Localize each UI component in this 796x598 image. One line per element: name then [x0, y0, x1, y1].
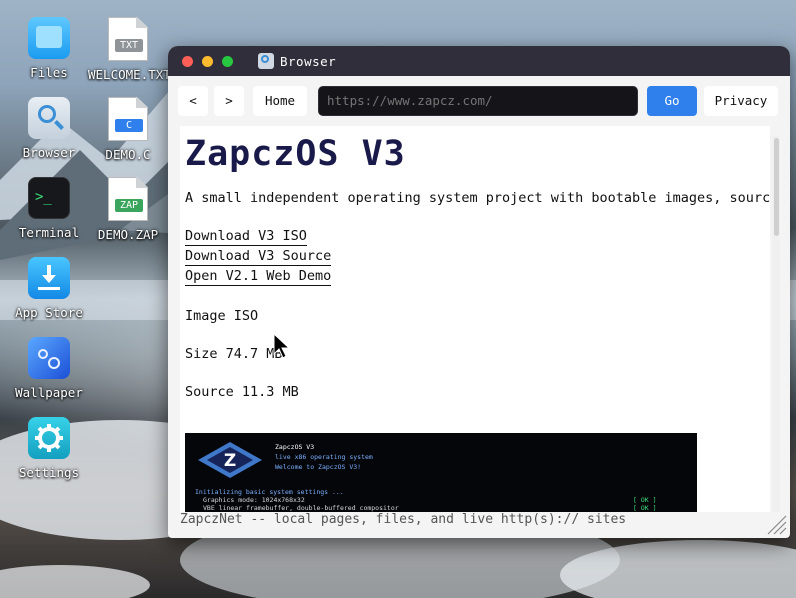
window-title: Browser — [280, 54, 337, 69]
terminal-icon: >_ — [28, 177, 70, 219]
size-label: Size 74.7 MB — [185, 346, 283, 362]
back-button[interactable]: < — [178, 86, 208, 116]
desktop-icon-files[interactable]: Files — [9, 17, 89, 80]
resize-grip-icon[interactable] — [766, 514, 788, 536]
desktop-icon-label: Wallpaper — [15, 385, 83, 400]
title-bar[interactable]: Browser — [168, 46, 790, 76]
desktop-icon-terminal[interactable]: >_ Terminal — [9, 177, 89, 240]
shot-log-status: [ OK ] — [633, 504, 657, 512]
desktop-icon-demo-zap[interactable]: ZAP DEMO.ZAP — [88, 177, 168, 242]
desktop-icon-app-store[interactable]: App Store — [9, 257, 89, 320]
page-description: A small independent operating system pro… — [185, 190, 770, 206]
browser-toolbar: < > Home Go Privacy — [178, 86, 780, 116]
download-source-link[interactable]: Download V3 Source — [185, 248, 332, 266]
terminal-glyph: >_ — [35, 189, 52, 205]
txt-file-icon: TXT — [108, 17, 148, 61]
desktop-icon-label: DEMO.ZAP — [97, 227, 159, 242]
forward-button[interactable]: > — [214, 86, 244, 116]
maximize-button[interactable] — [222, 56, 233, 67]
file-type-tag: ZAP — [115, 199, 143, 212]
home-button[interactable]: Home — [253, 86, 307, 116]
scrollbar-thumb[interactable] — [774, 138, 779, 236]
download-icon — [28, 257, 70, 299]
browser-window: Browser < > Home Go Privacy ZapczOS V3 A… — [168, 46, 790, 538]
image-label: Image ISO — [185, 308, 259, 324]
shot-log-header: Initializing basic system settings ... — [195, 488, 344, 496]
shot-welcome: Welcome to ZapczOS V3! — [275, 463, 362, 471]
browser-app-icon — [258, 53, 274, 69]
shot-log-status: [ OK ] — [633, 496, 657, 504]
zapcz-logo-icon: Z — [198, 442, 262, 478]
mouse-cursor-icon — [273, 332, 291, 359]
wallpaper-icon — [28, 337, 70, 379]
os-screenshot: Z ZapczOS V3 live x86 operating system W… — [185, 433, 697, 512]
privacy-button[interactable]: Privacy — [704, 86, 778, 116]
desktop-icon-demo-c[interactable]: C DEMO.C — [88, 97, 168, 162]
desktop-icon-label: WELCOME.TXT — [88, 67, 171, 82]
desktop-icon-label: App Store — [15, 305, 83, 320]
desktop-icon-browser[interactable]: Browser — [9, 97, 89, 160]
go-button[interactable]: Go — [647, 86, 697, 116]
web-demo-link[interactable]: Open V2.1 Web Demo — [185, 268, 332, 286]
status-bar: ZapczNet -- local pages, files, and live… — [180, 512, 627, 527]
gear-icon — [28, 417, 70, 459]
desktop-icon-welcome-txt[interactable]: TXT WELCOME.TXT — [88, 17, 171, 82]
page-content[interactable]: ZapczOS V3 A small independent operating… — [180, 126, 770, 512]
minimize-button[interactable] — [202, 56, 213, 67]
zap-file-icon: ZAP — [108, 177, 148, 221]
page-heading: ZapczOS V3 — [185, 134, 406, 174]
close-button[interactable] — [182, 56, 193, 67]
desktop-icon-label: DEMO.C — [105, 147, 151, 162]
desktop-icon-settings[interactable]: Settings — [9, 417, 89, 480]
desktop-icon-label: Browser — [22, 145, 76, 160]
shot-title: ZapczOS V3 — [275, 443, 315, 451]
desktop-icon-label: Files — [30, 65, 68, 80]
source-label: Source 11.3 MB — [185, 384, 299, 400]
shot-subtitle: live x86 operating system — [275, 453, 373, 461]
shot-log-line: Graphics mode: 1024x768x32 — [203, 496, 305, 504]
desktop-icon-label: Terminal — [18, 225, 80, 240]
download-iso-link[interactable]: Download V3 ISO — [185, 228, 307, 246]
c-file-icon: C — [108, 97, 148, 141]
file-type-tag: TXT — [115, 39, 143, 52]
desktop-icon-label: Settings — [18, 465, 80, 480]
url-input[interactable] — [318, 86, 638, 116]
shot-log-line: VBE linear framebuffer, double-buffered … — [203, 504, 399, 512]
logo-letter: Z — [224, 451, 236, 471]
magnifier-icon — [28, 97, 70, 139]
desktop-icon-wallpaper[interactable]: Wallpaper — [9, 337, 89, 400]
file-type-tag: C — [115, 119, 143, 132]
folder-icon — [28, 17, 70, 59]
